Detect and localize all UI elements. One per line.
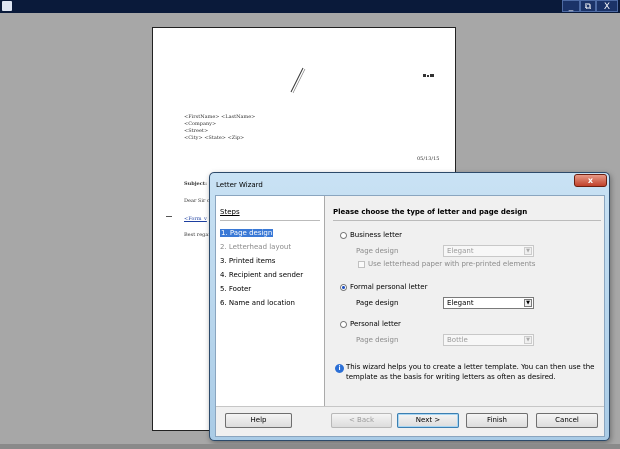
window-title-bar: _ ⧉ X bbox=[0, 0, 620, 13]
personal-page-design-select[interactable]: Bottle ▼ bbox=[443, 334, 534, 346]
personal-letter-label: Personal letter bbox=[350, 320, 401, 328]
margin-marker bbox=[166, 216, 172, 217]
step-page-design[interactable]: 1. Page design bbox=[220, 229, 274, 237]
help-button[interactable]: Help bbox=[225, 413, 292, 428]
formal-personal-letter-radio[interactable] bbox=[340, 284, 347, 291]
chevron-down-icon: ▼ bbox=[524, 336, 532, 344]
panel-heading: Please choose the type of letter and pag… bbox=[333, 208, 528, 216]
dialog-body: Steps 1. Page design 2. Letterhead layou… bbox=[215, 195, 605, 437]
finish-button[interactable]: Finish bbox=[466, 413, 528, 428]
business-page-design-select[interactable]: Elegant ▼ bbox=[443, 245, 534, 257]
step-recipient-and-sender[interactable]: 4. Recipient and sender bbox=[220, 271, 303, 279]
personal-page-design-value: Bottle bbox=[447, 336, 468, 344]
button-bar-divider bbox=[216, 406, 604, 407]
steps-panel: Steps 1. Page design 2. Letterhead layou… bbox=[216, 196, 325, 406]
business-letter-radio[interactable] bbox=[340, 232, 347, 239]
panel-divider bbox=[333, 220, 601, 221]
logo-mark-icon bbox=[423, 74, 434, 77]
chevron-down-icon: ▼ bbox=[524, 247, 532, 255]
chevron-down-icon: ▼ bbox=[524, 299, 532, 307]
back-button[interactable]: < Back bbox=[331, 413, 392, 428]
dialog-title: Letter Wizard bbox=[216, 181, 263, 189]
letter-wizard-dialog: Letter Wizard x Steps 1. Page design 2. … bbox=[209, 172, 610, 441]
step-printed-items[interactable]: 3. Printed items bbox=[220, 257, 275, 265]
letterhead-paper-label: Use letterhead paper with pre-printed el… bbox=[368, 260, 536, 268]
info-icon: i bbox=[335, 364, 344, 373]
next-button[interactable]: Next > bbox=[397, 413, 459, 428]
business-letter-label: Business letter bbox=[350, 231, 403, 239]
formal-page-design-select[interactable]: Elegant ▼ bbox=[443, 297, 534, 309]
window-close-button[interactable]: X bbox=[596, 0, 618, 12]
dialog-title-bar: Letter Wizard x bbox=[210, 173, 609, 195]
dialog-close-button[interactable]: x bbox=[574, 174, 607, 187]
step-footer[interactable]: 5. Footer bbox=[220, 285, 251, 293]
formal-page-design-label: Page design bbox=[356, 299, 399, 307]
restore-button[interactable]: ⧉ bbox=[580, 0, 596, 12]
formal-personal-letter-label: Formal personal letter bbox=[350, 283, 428, 291]
business-page-design-value: Elegant bbox=[447, 247, 474, 255]
decorative-stroke-graphic bbox=[290, 67, 306, 94]
taskbar-edge bbox=[0, 444, 620, 449]
step-name-and-location[interactable]: 6. Name and location bbox=[220, 299, 295, 307]
letter-field: <Form_v bbox=[184, 216, 207, 222]
formal-page-design-value: Elegant bbox=[447, 299, 474, 307]
address-line: <City> <State> <Zip> bbox=[184, 135, 245, 141]
letter-date: 05/13/15 bbox=[417, 156, 440, 162]
steps-heading: Steps bbox=[220, 208, 240, 216]
personal-page-design-label: Page design bbox=[356, 336, 399, 344]
address-line: <Street> bbox=[184, 128, 209, 134]
address-line: <Company> bbox=[184, 121, 217, 127]
app-icon bbox=[2, 1, 12, 11]
minimize-button[interactable]: _ bbox=[562, 0, 580, 12]
step-letterhead-layout[interactable]: 2. Letterhead layout bbox=[220, 243, 291, 251]
business-page-design-label: Page design bbox=[356, 247, 399, 255]
info-text: This wizard helps you to create a letter… bbox=[346, 363, 595, 381]
letterhead-paper-checkbox[interactable] bbox=[358, 261, 365, 268]
address-line: <FirstName> <LastName> bbox=[184, 114, 256, 120]
personal-letter-radio[interactable] bbox=[340, 321, 347, 328]
steps-divider bbox=[220, 220, 320, 221]
cancel-button[interactable]: Cancel bbox=[536, 413, 598, 428]
